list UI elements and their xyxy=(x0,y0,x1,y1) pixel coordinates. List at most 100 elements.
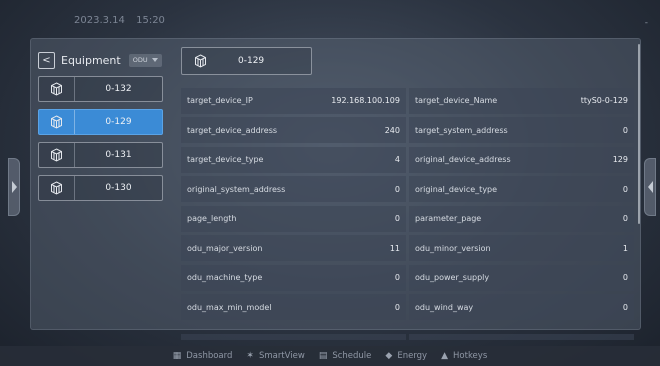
param-cell: original_device_address 129 xyxy=(409,146,634,173)
param-value: 0 xyxy=(394,214,400,224)
device-name: 0-130 xyxy=(105,183,132,193)
param-label: page_length xyxy=(187,214,237,224)
param-value: 192.168.100.109 xyxy=(331,96,400,106)
param-cell: page_length 0 xyxy=(181,205,406,232)
chevron-down-icon xyxy=(151,58,158,62)
nav-item-hotkeys[interactable]: ▲ Hotkeys xyxy=(441,351,487,361)
device-name: 0-132 xyxy=(105,84,132,94)
param-cell: target_device_address 240 xyxy=(181,117,406,144)
device-list: 0-132 0-129 0-131 0-130 xyxy=(38,76,163,208)
nav-item-smartview[interactable]: ✶ SmartView xyxy=(246,351,304,361)
param-value: 0 xyxy=(622,302,628,312)
param-cell: target_device_type 4 xyxy=(181,146,406,173)
param-label: target_device_type xyxy=(187,155,264,165)
device-item[interactable]: 0-129 xyxy=(38,109,163,135)
table-row: page_length 0 parameter_page 0 xyxy=(181,204,634,234)
energy-icon: ◆ xyxy=(385,351,393,361)
param-value: 129 xyxy=(612,155,628,165)
param-value: 0 xyxy=(394,184,400,194)
table-row: odu_machine_type 0 odu_power_supply 0 xyxy=(181,263,634,293)
param-cell: odu_machine_type 0 xyxy=(181,264,406,291)
equipment-header: < Equipment ODU xyxy=(38,50,168,70)
nav-item-energy[interactable]: ◆ Energy xyxy=(385,351,427,361)
back-button[interactable]: < xyxy=(38,51,55,69)
param-label: target_device_Name xyxy=(415,96,498,106)
param-cell: original_system_address 0 xyxy=(181,176,406,203)
param-label: original_device_type xyxy=(415,184,498,194)
param-cell xyxy=(409,333,634,340)
nav-item-label: Hotkeys xyxy=(453,351,488,361)
param-label: target_device_IP xyxy=(187,96,253,106)
nav-item-schedule[interactable]: ▤ Schedule xyxy=(319,351,372,361)
table-row: original_system_address 0 original_device_… xyxy=(181,175,634,205)
nav-item-label: Energy xyxy=(397,351,428,361)
device-icon xyxy=(39,143,75,167)
hotkeys-icon: ▲ xyxy=(441,351,449,361)
table-row: target_device_IP 192.168.100.109 target_de… xyxy=(181,86,634,116)
param-cell: odu_major_version 11 xyxy=(181,235,406,262)
right-drawer-handle[interactable] xyxy=(644,158,656,216)
device-item[interactable]: 0-132 xyxy=(38,76,163,102)
bottom-nav: ▦ Dashboard ✶ SmartView ▤ Schedule ◆ Energy ▲ Hot… xyxy=(0,346,660,366)
time-text: 15:20 xyxy=(136,15,165,26)
param-cell: target_device_Name ttyS0-0-129 xyxy=(409,87,634,114)
param-value: 0 xyxy=(622,273,628,283)
datetime: 2023.3.14 15:20 xyxy=(74,15,173,26)
param-label: odu_power_supply xyxy=(415,273,490,283)
left-drawer-handle[interactable] xyxy=(8,158,20,216)
nav-item-label: Dashboard xyxy=(186,351,233,361)
param-cell: odu_wind_way 0 xyxy=(409,294,634,321)
nav-item-label: SmartView xyxy=(258,351,305,361)
equipment-title: Equipment xyxy=(61,53,121,67)
param-cell: target_system_address 0 xyxy=(409,117,634,144)
parameter-table: target_device_IP 192.168.100.109 target_de… xyxy=(181,86,634,352)
param-label: target_system_address xyxy=(415,125,508,135)
param-label: parameter_page xyxy=(415,214,482,224)
selected-device-header: 0-129 xyxy=(181,47,312,75)
param-value: 0 xyxy=(394,273,400,283)
param-label: odu_max_min_model xyxy=(187,302,272,312)
device-name: 0-129 xyxy=(105,117,132,127)
device-icon xyxy=(182,48,218,74)
selected-device-name: 0-129 xyxy=(238,56,265,66)
param-value: 1 xyxy=(622,243,628,253)
param-value: 4 xyxy=(394,155,400,165)
param-value: 0 xyxy=(622,214,628,224)
equipment-type-select[interactable]: ODU xyxy=(128,53,162,67)
device-item[interactable]: 0-130 xyxy=(38,175,163,201)
param-value: 0 xyxy=(394,302,400,312)
device-icon xyxy=(39,77,75,101)
param-value: 0 xyxy=(622,125,628,135)
param-cell xyxy=(181,333,406,340)
param-label: target_device_address xyxy=(187,125,278,135)
param-cell: odu_max_min_model 0 xyxy=(181,294,406,321)
param-value: 240 xyxy=(384,125,400,135)
table-row: odu_major_version 11 odu_minor_version 1 xyxy=(181,234,634,264)
device-item[interactable]: 0-131 xyxy=(38,142,163,168)
device-icon xyxy=(39,176,75,200)
param-label: odu_major_version xyxy=(187,243,263,253)
param-label: odu_machine_type xyxy=(187,273,263,283)
table-row: target_device_address 240 target_system_ad… xyxy=(181,116,634,146)
table-row: target_device_type 4 original_device_addre… xyxy=(181,145,634,175)
param-label: original_device_address xyxy=(415,155,511,165)
param-value: 0 xyxy=(622,184,628,194)
scrollbar[interactable] xyxy=(638,44,640,224)
param-cell: odu_minor_version 1 xyxy=(409,235,634,262)
table-row: odu_max_min_model 0 odu_wind_way 0 xyxy=(181,293,634,323)
date-text: 2023.3.14 xyxy=(74,15,125,26)
status-indicator: - xyxy=(644,18,648,28)
nav-item-label: Schedule xyxy=(332,351,372,361)
param-cell: parameter_page 0 xyxy=(409,205,634,232)
status-bar: 2023.3.14 15:20 - xyxy=(0,0,660,36)
device-icon xyxy=(39,110,75,134)
param-cell: original_device_type 0 xyxy=(409,176,634,203)
param-cell: target_device_IP 192.168.100.109 xyxy=(181,87,406,114)
nav-item-dashboard[interactable]: ▦ Dashboard xyxy=(173,351,233,361)
smartview-icon: ✶ xyxy=(246,351,254,361)
param-label: odu_wind_way xyxy=(415,302,474,312)
param-label: original_system_address xyxy=(187,184,286,194)
param-label: odu_minor_version xyxy=(415,243,491,253)
param-cell: odu_power_supply 0 xyxy=(409,264,634,291)
param-value: ttyS0-0-129 xyxy=(580,96,628,106)
